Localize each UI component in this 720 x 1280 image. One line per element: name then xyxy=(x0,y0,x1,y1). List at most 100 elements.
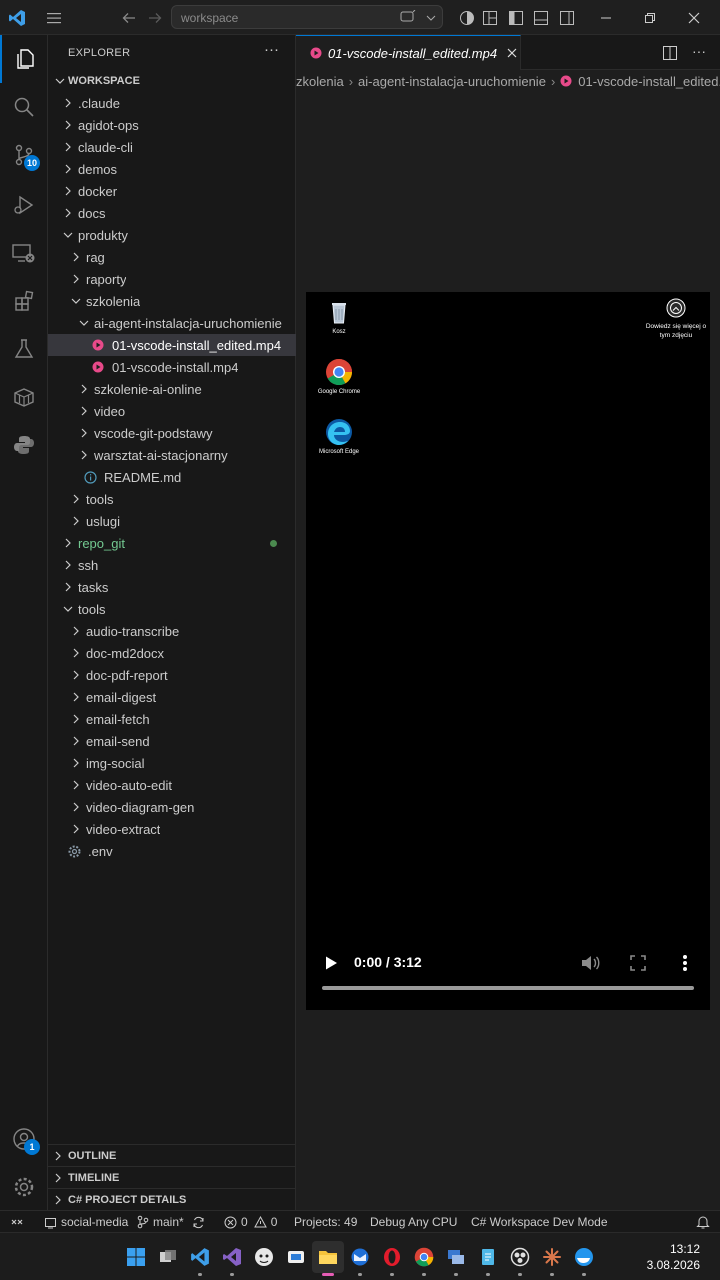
tree-file-01-vscode-install-edited-mp4[interactable]: 01-vscode-install_edited.mp4 xyxy=(48,334,296,356)
breadcrumb-item-folder[interactable]: ai-agent-instalacja-uruchomienie xyxy=(358,74,546,89)
agent-icon[interactable] xyxy=(457,0,477,35)
remote-desktop-icon[interactable] xyxy=(440,1241,472,1276)
timeline-section[interactable]: TIMELINE xyxy=(48,1166,296,1188)
video-progress-bar[interactable] xyxy=(322,986,694,990)
tree-folder-video-auto-edit[interactable]: video-auto-edit xyxy=(48,774,296,796)
tree-folder-audio-transcribe[interactable]: audio-transcribe xyxy=(48,620,296,642)
obs-icon[interactable] xyxy=(504,1241,536,1276)
copilot-icon[interactable] xyxy=(400,9,416,27)
remote-indicator-icon[interactable] xyxy=(10,1211,24,1233)
breadcrumb-item-szkolenia[interactable]: zkolenia xyxy=(296,74,344,89)
play-icon[interactable] xyxy=(324,955,338,974)
tree-folder-tasks[interactable]: tasks xyxy=(48,576,296,598)
more-options-icon[interactable] xyxy=(682,954,688,975)
github-desktop-icon[interactable] xyxy=(248,1241,280,1273)
tree-folder-doc-pdf-report[interactable]: doc-pdf-report xyxy=(48,664,296,686)
tree-folder-vscode-git-podstawy[interactable]: vscode-git-podstawy xyxy=(48,422,296,444)
customize-layout-icon[interactable] xyxy=(480,0,500,35)
workspace-status[interactable]: social-media xyxy=(44,1211,128,1233)
chevron-down-icon[interactable] xyxy=(426,11,436,26)
tree-folder-rag[interactable]: rag xyxy=(48,246,296,268)
run-debug-icon[interactable] xyxy=(0,181,48,229)
tab-video-file[interactable]: 01-vscode-install_edited.mp4 xyxy=(296,35,521,70)
tree-folder-video-diagram-gen[interactable]: video-diagram-gen xyxy=(48,796,296,818)
csharp-mode-status[interactable]: C# Workspace Dev Mode xyxy=(471,1211,608,1233)
start-windows-icon[interactable] xyxy=(120,1241,152,1273)
tree-file-readme-md[interactable]: README.md xyxy=(48,466,296,488)
tree-folder-szkolenia[interactable]: szkolenia xyxy=(48,290,296,312)
toggle-panel-icon[interactable] xyxy=(531,0,551,35)
split-editor-icon[interactable] xyxy=(662,45,678,64)
menu-icon[interactable] xyxy=(44,0,64,35)
file-explorer-icon[interactable] xyxy=(312,1241,344,1276)
restore-icon[interactable] xyxy=(640,0,660,35)
tree-folder-img-social[interactable]: img-social xyxy=(48,752,296,774)
extensions-icon[interactable] xyxy=(0,277,48,325)
opera-icon[interactable] xyxy=(376,1241,408,1276)
vscode-taskbar-icon[interactable] xyxy=(184,1241,216,1276)
settings-gear-icon[interactable] xyxy=(0,1163,48,1211)
notepad-icon[interactable] xyxy=(472,1241,504,1276)
toggle-primary-sidebar-icon[interactable] xyxy=(506,0,526,35)
tree-folder-produkty[interactable]: produkty xyxy=(48,224,296,246)
fullscreen-icon[interactable] xyxy=(630,955,646,974)
tree-folder-demos[interactable]: demos xyxy=(48,158,296,180)
problems-status[interactable]: 0 0 xyxy=(224,1211,277,1233)
toggle-secondary-sidebar-icon[interactable] xyxy=(557,0,577,35)
python-icon[interactable] xyxy=(0,421,48,469)
tree-folder-doc-md2docx[interactable]: doc-md2docx xyxy=(48,642,296,664)
source-control-icon[interactable]: 10 xyxy=(0,131,48,179)
command-center-search[interactable]: workspace xyxy=(171,5,443,29)
branch-status[interactable]: main* xyxy=(136,1211,205,1233)
tree-folder-email-send[interactable]: email-send xyxy=(48,730,296,752)
tree-folder-docker[interactable]: docker xyxy=(48,180,296,202)
remote-explorer-icon[interactable] xyxy=(0,229,48,277)
claude-icon[interactable] xyxy=(536,1241,568,1276)
tree-folder-szkolenie-ai-online[interactable]: szkolenie-ai-online xyxy=(48,378,296,400)
tree-folder-tools[interactable]: tools xyxy=(48,598,296,620)
chrome-taskbar-icon[interactable] xyxy=(408,1241,440,1276)
task-view-icon[interactable] xyxy=(152,1241,184,1273)
tree-folder-warsztat-ai-stacjonarny[interactable]: warsztat-ai-stacjonarny xyxy=(48,444,296,466)
visual-studio-icon[interactable] xyxy=(216,1241,248,1276)
build-config-status[interactable]: Debug Any CPU xyxy=(370,1211,457,1233)
notifications-bell-icon[interactable] xyxy=(696,1211,710,1233)
widget-app-icon[interactable] xyxy=(280,1241,312,1273)
containers-icon[interactable] xyxy=(0,373,48,421)
docker-icon[interactable] xyxy=(568,1241,600,1276)
tree-folder-raporty[interactable]: raporty xyxy=(48,268,296,290)
tree-folder-claude-cli[interactable]: claude-cli xyxy=(48,136,296,158)
back-arrow-icon[interactable] xyxy=(118,0,140,35)
accounts-icon[interactable]: 1 xyxy=(0,1115,48,1163)
minimize-icon[interactable] xyxy=(596,0,616,35)
projects-status[interactable]: Projects: 49 xyxy=(294,1211,357,1233)
workspace-root[interactable]: WORKSPACE xyxy=(48,70,296,92)
tree-folder-video[interactable]: video xyxy=(48,400,296,422)
csharp-project-details-section[interactable]: C# PROJECT DETAILS xyxy=(48,1188,296,1210)
system-clock[interactable]: 13:12 3.08.2026 xyxy=(647,1241,700,1273)
tree-folder-ssh[interactable]: ssh xyxy=(48,554,296,576)
forward-arrow-icon[interactable] xyxy=(144,0,166,35)
volume-icon[interactable] xyxy=(580,954,600,975)
outline-section[interactable]: OUTLINE xyxy=(48,1144,296,1166)
tree-file-env[interactable]: .env xyxy=(48,840,296,862)
tree-folder-video-extract[interactable]: video-extract xyxy=(48,818,296,840)
close-tab-icon[interactable] xyxy=(507,48,517,58)
search-icon[interactable] xyxy=(0,83,48,131)
tree-folder-repo-git[interactable]: repo_git xyxy=(48,532,296,554)
more-editor-actions-icon[interactable]: ··· xyxy=(692,43,706,59)
close-window-icon[interactable] xyxy=(684,0,704,35)
breadcrumb-item-file[interactable]: 01-vscode-install_edited.mp4 xyxy=(578,74,720,89)
tree-folder-uslugi[interactable]: uslugi xyxy=(48,510,296,532)
video-player[interactable]: Kosz Google Chrome Microsoft Edge Dowied… xyxy=(306,292,710,1010)
thunderbird-icon[interactable] xyxy=(344,1241,376,1276)
tree-folder-docs[interactable]: docs xyxy=(48,202,296,224)
tree-folder-email-fetch[interactable]: email-fetch xyxy=(48,708,296,730)
tree-folder-tools[interactable]: tools xyxy=(48,488,296,510)
tree-folder-email-digest[interactable]: email-digest xyxy=(48,686,296,708)
more-actions-icon[interactable]: ··· xyxy=(264,41,279,58)
testing-flask-icon[interactable] xyxy=(0,325,48,373)
tree-file-01-vscode-install-mp4[interactable]: 01-vscode-install.mp4 xyxy=(48,356,296,378)
tree-folder-claude[interactable]: .claude xyxy=(48,92,296,114)
tree-folder-ai-agent-instalacja-uruchomienie[interactable]: ai-agent-instalacja-uruchomienie xyxy=(48,312,296,334)
